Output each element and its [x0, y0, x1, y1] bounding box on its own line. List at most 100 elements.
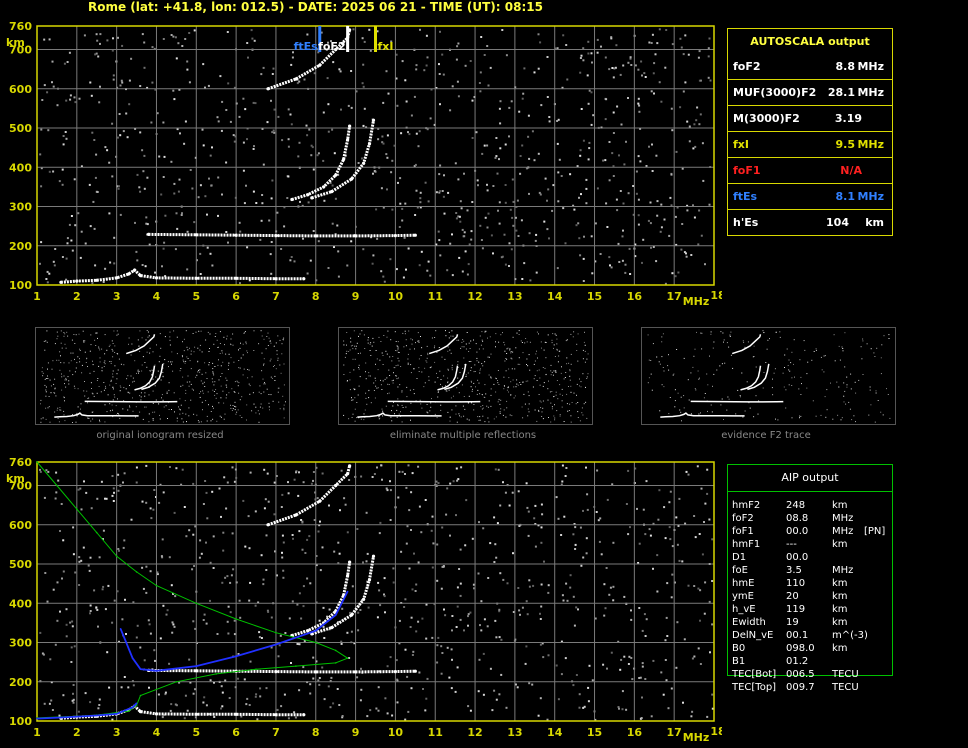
thumb-speckle [437, 396, 439, 398]
thumb-speckle [479, 393, 481, 395]
thumb-speckle [59, 369, 61, 371]
thumb-speckle [131, 343, 133, 345]
thumb-speckle [185, 389, 187, 391]
thumb-speckle [723, 341, 724, 343]
thumb-speckle [656, 356, 658, 358]
thumb-speckle [842, 348, 844, 349]
data-point [133, 268, 137, 272]
thumb-speckle [763, 332, 765, 333]
aip-value: 20 [786, 591, 799, 602]
thumb-speckle [526, 341, 528, 343]
thumb-speckle [392, 382, 394, 384]
thumb-speckle [584, 361, 586, 363]
thumb-speckle [784, 354, 786, 356]
thumb-speckle [223, 418, 225, 420]
thumb-speckle [889, 417, 891, 419]
thumb-speckle [650, 373, 652, 375]
thumb-speckle [184, 400, 186, 402]
thumb-speckle [214, 366, 216, 367]
thumb-speckle [66, 331, 68, 333]
thumb-speckle [473, 371, 475, 373]
thumb-speckle [539, 384, 541, 386]
thumb-speckle [456, 421, 458, 423]
thumb-speckle [786, 348, 788, 350]
thumb-speckle [77, 356, 79, 358]
thumb-speckle [484, 331, 486, 333]
thumb-speckle [258, 421, 260, 423]
thumb-speckle [137, 370, 139, 372]
thumb-speckle [209, 348, 210, 349]
thumb-speckle [407, 353, 409, 355]
thumb-speckle [789, 370, 791, 372]
thumb-speckle [435, 330, 437, 332]
thumb-speckle [274, 380, 276, 381]
thumb-speckle [47, 378, 49, 379]
thumb-speckle [507, 347, 509, 349]
thumb-speckle [448, 337, 450, 339]
thumb-speckle [382, 380, 384, 382]
thumb-speckle [212, 362, 214, 364]
thumb-speckle [667, 365, 669, 367]
thumb-speckle [838, 386, 840, 388]
thumb-speckle [450, 352, 452, 354]
thumb-speckle [782, 372, 784, 374]
thumb-speckle [360, 418, 362, 420]
data-point [306, 193, 310, 197]
thumb-speckle [355, 348, 357, 350]
thumb-speckle [354, 358, 356, 360]
thumb-speckle [540, 401, 542, 403]
thumb-speckle [459, 415, 460, 417]
thumb-speckle [548, 380, 549, 382]
thumb-speckle [465, 343, 467, 345]
thumb-speckle [440, 409, 442, 411]
thumb-speckle [468, 342, 470, 344]
thumb-speckle [469, 348, 471, 349]
thumb-speckle [858, 379, 860, 381]
thumb-speckle [430, 366, 432, 368]
thumb-speckle [370, 375, 371, 377]
thumb-speckle [570, 333, 572, 335]
thumb-speckle [500, 399, 502, 401]
thumb-speckle [395, 375, 397, 377]
thumb-speckle [799, 417, 800, 419]
thumb-speckle [683, 395, 685, 397]
thumb-speckle [246, 404, 248, 406]
thumb-speckle [261, 352, 263, 354]
thumb-speckle [581, 407, 583, 409]
thumb-speckle [495, 377, 497, 379]
aip-value: 00.0 [786, 552, 809, 563]
thumb-trace [731, 334, 762, 355]
thumb-speckle [549, 391, 551, 393]
thumb-speckle [276, 350, 278, 352]
thumb-speckle [190, 383, 192, 385]
data-point [195, 665, 198, 667]
thumb-speckle [373, 382, 375, 384]
thumb-speckle [207, 391, 209, 393]
data-point [302, 277, 306, 281]
thumb-speckle [152, 351, 154, 353]
aip-value: --- [786, 539, 797, 550]
thumb-speckle [379, 359, 381, 361]
profile-line [36, 461, 349, 719]
thumb-speckle [197, 347, 199, 349]
thumb-speckle [571, 402, 573, 403]
thumb-speckle [445, 335, 447, 337]
thumb-speckle [463, 357, 465, 359]
thumb-speckle [476, 357, 478, 359]
thumb-speckle [283, 417, 285, 419]
thumb-speckle [345, 353, 347, 355]
thumb-speckle [100, 391, 102, 393]
thumb-speckle [219, 343, 221, 344]
thumb-speckle [355, 345, 357, 347]
thumb-speckle [97, 337, 98, 339]
thumb-speckle [785, 389, 787, 391]
thumb-speckle [148, 421, 150, 423]
thumb-speckle [226, 335, 228, 337]
thumb-speckle [577, 360, 579, 362]
thumb-speckle [541, 416, 543, 417]
thumb-speckle [251, 376, 253, 378]
thumb-speckle [413, 368, 415, 370]
thumb-speckle [504, 344, 506, 346]
thumb-speckle [135, 406, 137, 408]
thumb-speckle [56, 359, 58, 361]
